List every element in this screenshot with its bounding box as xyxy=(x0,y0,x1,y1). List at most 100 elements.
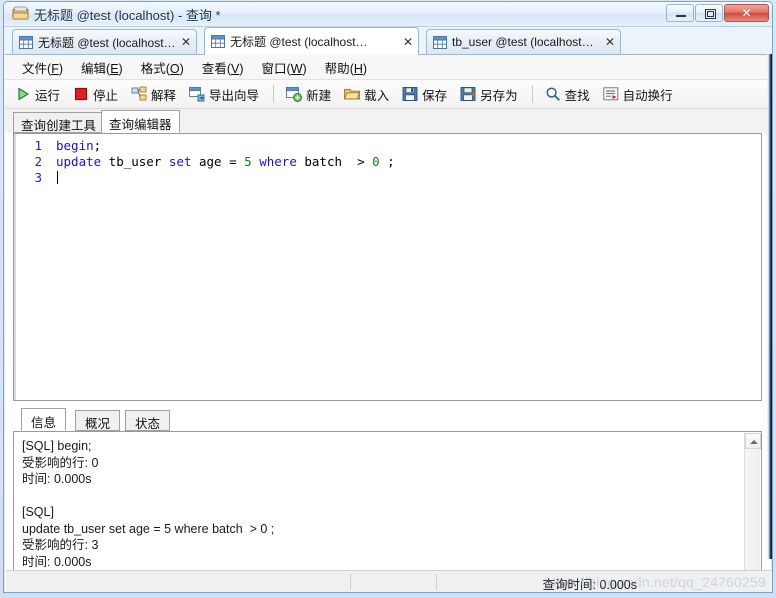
log-vertical-scrollbar[interactable] xyxy=(744,433,761,592)
tab-query-editor[interactable]: 查询编辑器 xyxy=(101,110,180,133)
toolbar-find-button[interactable]: 查找 xyxy=(545,85,590,104)
status-separator-1 xyxy=(350,574,351,590)
menu-view[interactable]: 查看(V) xyxy=(193,55,253,80)
play-icon xyxy=(18,87,29,101)
menu-window-label: 窗口 xyxy=(261,61,287,76)
toolbar-load-button[interactable]: 载入 xyxy=(344,85,389,104)
stop-icon xyxy=(74,87,88,101)
toolbar-word-wrap-button[interactable]: 自动换行 xyxy=(602,85,673,104)
result-log-text: [SQL] begin; 受影响的行: 0 时间: 0.000s [SQL] u… xyxy=(22,439,275,569)
query-window-icon xyxy=(12,6,29,20)
tab-status[interactable]: 状态 xyxy=(125,410,171,431)
document-tab-3[interactable]: tb_user @test (localhost… ✕ xyxy=(426,29,621,54)
toolbar-stop-label: 停止 xyxy=(93,88,119,103)
chevron-up-icon xyxy=(750,440,758,444)
explain-icon xyxy=(131,86,147,101)
document-tab-3-close-icon[interactable]: ✕ xyxy=(605,36,615,48)
toolbar-run-button[interactable]: 运行 xyxy=(15,85,60,104)
menu-file-label: 文件 xyxy=(22,61,48,76)
title-bar: 无标题 @test (localhost) - 查询 * ✕ xyxy=(4,2,772,27)
toolbar-new-button[interactable]: 新建 xyxy=(286,85,331,104)
search-icon xyxy=(546,87,560,101)
document-tab-3-label: tb_user @test (localhost… xyxy=(452,35,594,49)
toolbar-save-as-button[interactable]: 另存为 xyxy=(460,85,518,104)
export-wizard-icon xyxy=(189,87,205,102)
tab-query-builder[interactable]: 查询创建工具 xyxy=(13,112,105,133)
tab-info-label: 信息 xyxy=(31,416,57,430)
sql-editor-inner[interactable]: 1 begin; 2 update tb_user set age = 5 wh… xyxy=(14,134,761,400)
document-tab-2[interactable]: 无标题 @test (localhost… ✕ xyxy=(204,27,419,55)
restore-button[interactable] xyxy=(695,4,723,22)
tab-query-builder-label: 查询创建工具 xyxy=(21,119,97,133)
toolbar-save-as-label: 另存为 xyxy=(480,88,518,103)
code-text: begin; xyxy=(56,138,102,153)
window-controls: ✕ xyxy=(665,4,769,22)
document-tab-1[interactable]: 无标题 @test (localhost… ✕ xyxy=(12,29,197,54)
tab-info[interactable]: 信息 xyxy=(21,408,67,431)
menu-view-mnemonic: V xyxy=(230,61,240,76)
menu-format[interactable]: 格式(O) xyxy=(132,55,193,80)
toolbar-load-label: 载入 xyxy=(364,88,390,103)
menu-edit-mnemonic: E xyxy=(110,61,119,76)
menu-file-mnemonic: F xyxy=(51,61,59,76)
line-number: 1 xyxy=(34,138,42,153)
save-icon xyxy=(402,87,418,101)
document-tab-2-label: 无标题 @test (localhost… xyxy=(230,35,368,49)
menu-help-mnemonic: H xyxy=(353,61,363,76)
application-window: 无标题 @test (localhost) - 查询 * ✕ 无标题 @test… xyxy=(0,0,776,598)
toolbar-word-wrap-label: 自动换行 xyxy=(622,88,673,103)
toolbar-export-wizard-button[interactable]: 导出向导 xyxy=(189,85,259,104)
toolbar-separator-2 xyxy=(531,85,533,103)
sql-editor[interactable]: 1 begin; 2 update tb_user set age = 5 wh… xyxy=(13,133,762,401)
tab-status-label: 状态 xyxy=(135,417,161,431)
window-title: 无标题 @test (localhost) - 查询 * xyxy=(34,8,221,23)
open-folder-icon xyxy=(344,89,361,100)
menu-edit[interactable]: 编辑(E) xyxy=(72,55,132,80)
menu-help-label: 帮助 xyxy=(324,61,350,76)
toolbar-explain-button[interactable]: 解释 xyxy=(131,85,176,104)
scroll-up-button[interactable] xyxy=(745,433,761,449)
status-separator-2 xyxy=(436,574,437,590)
menu-format-label: 格式 xyxy=(140,61,166,76)
close-icon: ✕ xyxy=(741,6,752,20)
window-vertical-scrollbar[interactable] xyxy=(767,54,772,559)
toolbar-stop-button[interactable]: 停止 xyxy=(73,85,118,104)
new-query-icon xyxy=(286,87,303,102)
document-tab-2-close-icon[interactable]: ✕ xyxy=(403,36,413,48)
toolbar-export-wizard-label: 导出向导 xyxy=(209,88,260,103)
toolbar-separator-1 xyxy=(273,85,275,103)
document-tab-strip: 无标题 @test (localhost… ✕ 无标题 @test (local… xyxy=(4,27,772,55)
menu-view-label: 查看 xyxy=(201,61,227,76)
menu-window[interactable]: 窗口(W) xyxy=(253,55,316,80)
table-grid-icon xyxy=(211,35,225,48)
table-grid-icon xyxy=(19,35,33,49)
code-line: 1 begin; xyxy=(16,138,761,154)
code-text xyxy=(42,170,58,186)
toolbar-run-label: 运行 xyxy=(35,88,61,103)
toolbar-new-label: 新建 xyxy=(306,88,332,103)
code-line: 3 xyxy=(16,170,761,186)
result-log-panel[interactable]: [SQL] begin; 受影响的行: 0 时间: 0.000s [SQL] u… xyxy=(13,431,762,592)
text-caret xyxy=(57,171,58,184)
table-grid-icon xyxy=(433,35,447,49)
document-tab-1-close-icon[interactable]: ✕ xyxy=(181,36,191,48)
line-number: 3 xyxy=(34,170,42,185)
menu-format-mnemonic: O xyxy=(169,61,180,76)
menu-file[interactable]: 文件(F) xyxy=(13,55,72,80)
minimize-button[interactable] xyxy=(666,4,694,22)
tab-query-editor-label: 查询编辑器 xyxy=(109,118,172,132)
menu-window-mnemonic: W xyxy=(290,61,303,76)
client-area: 文件(F) 编辑(E) 格式(O) 查看(V) 窗口(W) 帮助(H) 运行 停… xyxy=(5,54,772,592)
watermark-text: https://blog.csdn.net/qq_24760259 xyxy=(544,574,766,590)
menu-help[interactable]: 帮助(H) xyxy=(316,55,376,80)
close-button[interactable]: ✕ xyxy=(724,4,769,22)
code-line: 2 update tb_user set age = 5 where batch… xyxy=(16,154,761,170)
document-tab-1-label: 无标题 @test (localhost… xyxy=(38,35,175,50)
menu-bar: 文件(F) 编辑(E) 格式(O) 查看(V) 窗口(W) 帮助(H) xyxy=(5,55,771,80)
tab-profile[interactable]: 概况 xyxy=(75,410,121,431)
window-frame: 无标题 @test (localhost) - 查询 * ✕ 无标题 @test… xyxy=(3,1,773,593)
toolbar-save-button[interactable]: 保存 xyxy=(402,85,447,104)
toolbar-save-label: 保存 xyxy=(422,88,448,103)
tab-profile-label: 概况 xyxy=(85,417,111,431)
code-text: update tb_user set age = 5 where batch >… xyxy=(56,154,395,169)
